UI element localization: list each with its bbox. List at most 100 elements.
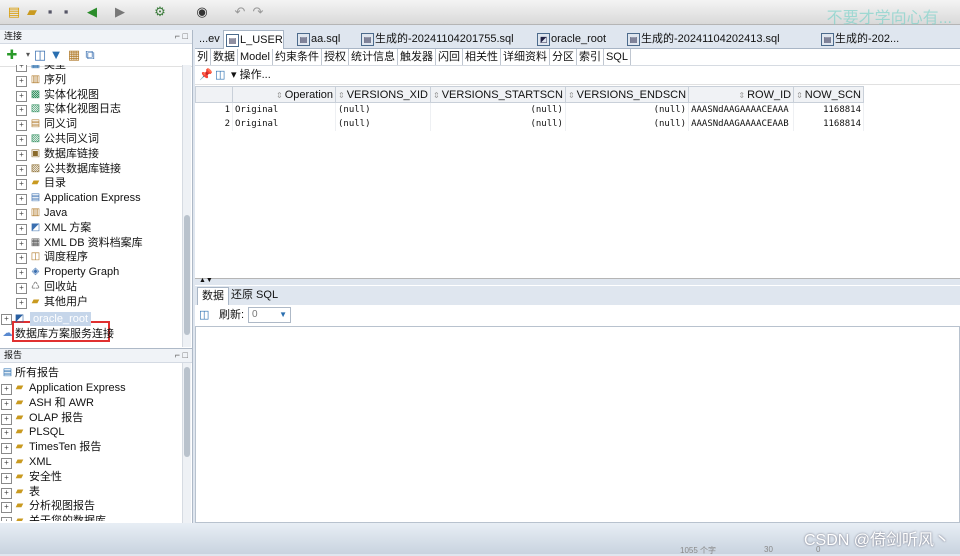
import-icon[interactable]: ⧉ <box>82 47 98 63</box>
filter-icon[interactable]: ▼ <box>48 47 64 63</box>
expander-icon[interactable]: + <box>1 472 12 484</box>
tree-item[interactable]: + ▰ 目录 <box>0 176 182 191</box>
save-icon[interactable]: ▪ <box>42 4 58 20</box>
expander-icon[interactable]: + <box>1 487 12 499</box>
schema-browser-icon[interactable]: ▦ <box>66 47 82 63</box>
expander-icon[interactable]: + <box>1 457 12 469</box>
expander-icon[interactable]: + <box>16 268 27 280</box>
expander-icon[interactable]: + <box>16 75 27 87</box>
expander-icon[interactable]: + <box>16 297 27 309</box>
expander-icon[interactable]: + <box>1 314 12 325</box>
lower-refresh-icon[interactable]: ◫ <box>199 305 209 325</box>
subtab-5[interactable]: 统计信息 <box>349 49 398 65</box>
subtab-8[interactable]: 相关性 <box>463 49 501 65</box>
tree-item[interactable]: + ▤ 同义词 <box>0 117 182 132</box>
tree-item[interactable]: + ▣ 数据库链接 <box>0 147 182 162</box>
editor-tab[interactable]: ▤ 生成的-20241104201755.sql <box>359 30 514 48</box>
expander-icon[interactable]: + <box>16 90 27 102</box>
tree-item[interactable]: + ▩ 实体化视图 <box>0 88 182 103</box>
table-cell[interactable]: (null) <box>565 117 690 131</box>
tree-item[interactable]: + ◫ 调度程序 <box>0 250 182 265</box>
editor-tab[interactable]: ▤ L_USER <box>223 30 284 49</box>
redo-icon[interactable]: ↷ <box>250 4 266 20</box>
tree-item[interactable]: + ▨ 公共同义词 <box>0 132 182 147</box>
tree-item[interactable]: + ▰ 其他用户 <box>0 295 182 310</box>
report-root-row[interactable]: ▤ 所有报告 <box>0 366 182 380</box>
schema-service-row[interactable]: ☁ 数据库方案服务连接 <box>0 327 182 341</box>
refresh-icon[interactable]: ◫ <box>215 66 225 84</box>
expander-icon[interactable]: + <box>1 517 12 521</box>
table-cell[interactable]: (null) <box>430 117 566 131</box>
editor-tab[interactable]: ▤ 生成的-202... <box>819 30 899 48</box>
undo-icon[interactable]: ↶ <box>232 4 248 20</box>
forward-icon[interactable]: ▶ <box>112 4 128 20</box>
reports-scrollbar[interactable] <box>182 363 191 523</box>
subtab-11[interactable]: 索引 <box>577 49 604 65</box>
tree-item[interactable]: + ▥ 序列 <box>0 73 182 88</box>
table-cell[interactable]: AAASNdAAGAAAACEAAA <box>688 102 795 117</box>
open-folder-icon[interactable]: ▰ <box>24 4 40 20</box>
expander-icon[interactable]: + <box>16 208 27 220</box>
column-header[interactable]: ⇕ Operation <box>232 86 336 103</box>
subtab-4[interactable]: 授权 <box>322 49 349 65</box>
table-cell[interactable]: (null) <box>335 117 432 131</box>
sort-icon[interactable]: ⇕ <box>276 91 283 100</box>
save-all-icon[interactable]: ▪ <box>58 4 74 20</box>
table-cell[interactable]: (null) <box>565 102 690 117</box>
tree-scrollbar[interactable] <box>182 65 191 347</box>
refresh-connections-icon[interactable]: ◫ <box>32 47 48 63</box>
expander-icon[interactable]: + <box>1 413 12 425</box>
report-item[interactable]: + ▰ 表 <box>0 485 182 500</box>
expander-icon[interactable]: + <box>16 120 27 132</box>
tree-item[interactable]: + ◩ XML 方案 <box>0 221 182 236</box>
table-row[interactable]: 1 Original (null) (null) (null) AAASNdAAGAAAA… <box>195 102 865 117</box>
collapse-arrows-icon[interactable]: ▲▼ <box>199 277 213 284</box>
expander-icon[interactable]: + <box>16 164 27 176</box>
expander-icon[interactable]: + <box>16 253 27 265</box>
table-cell[interactable]: Original <box>232 102 336 117</box>
run-icon[interactable]: ⚙ <box>152 4 168 20</box>
reports-scroll-thumb[interactable] <box>184 367 190 457</box>
root-connection-row[interactable]: + ◩ oracle_root <box>0 312 182 326</box>
report-item[interactable]: + ▰ TimesTen 报告 <box>0 440 182 455</box>
table-cell[interactable]: AAASNdAAGAAAACEAAB <box>688 117 795 131</box>
tree-item[interactable]: + ▧ 实体化视图日志 <box>0 102 182 117</box>
expander-icon[interactable]: + <box>1 398 12 410</box>
expander-icon[interactable]: + <box>1 502 12 514</box>
subtab-12[interactable]: SQL <box>604 49 631 65</box>
report-item[interactable]: + ▰ 分析视图报告 <box>0 499 182 514</box>
tree-item[interactable]: + ▤ Application Express <box>0 191 182 206</box>
back-icon[interactable]: ◀ <box>84 4 100 20</box>
sort-icon[interactable]: ⇕ <box>738 91 745 100</box>
tree-item[interactable]: +▦类型 <box>0 65 182 73</box>
sort-icon[interactable]: ⇕ <box>568 91 575 100</box>
report-item[interactable]: + ▰ ASH 和 AWR <box>0 396 182 411</box>
expander-icon[interactable]: + <box>16 179 27 191</box>
subtab-1[interactable]: 数据 <box>211 49 238 65</box>
tree-item[interactable]: + ◈ Property Graph <box>0 265 182 280</box>
tree-item[interactable]: + ▦ XML DB 资料档案库 <box>0 236 182 251</box>
panel-controls[interactable]: ⌐ □ <box>175 30 188 43</box>
table-cell[interactable]: (null) <box>430 102 566 117</box>
sort-icon[interactable]: ⇕ <box>796 91 803 100</box>
table-cell[interactable]: 1168814 <box>793 102 865 117</box>
report-item[interactable]: + ▰ 安全性 <box>0 470 182 485</box>
report-item[interactable]: + ▰ OLAP 报告 <box>0 411 182 426</box>
expander-icon[interactable]: + <box>16 149 27 161</box>
pin-icon[interactable]: 📌 <box>199 66 213 84</box>
subtab-7[interactable]: 闪回 <box>436 49 463 65</box>
subtab-0[interactable]: 列 <box>195 49 211 65</box>
editor-tab[interactable]: ▤ aa.sql <box>295 30 340 48</box>
editor-tab[interactable]: ◩ oracle_root <box>535 30 606 48</box>
reports-panel-controls[interactable]: ⌐ □ <box>175 349 188 362</box>
tab-undo-sql[interactable]: 还原 SQL <box>227 287 282 304</box>
tree-scroll-thumb[interactable] <box>184 215 190 335</box>
sort-icon[interactable]: ⇕ <box>338 91 345 100</box>
column-header[interactable]: ⇕ VERSIONS_STARTSCN <box>430 86 566 103</box>
subtab-9[interactable]: 详细资料 <box>501 49 550 65</box>
column-header[interactable]: ⇕ VERSIONS_XID <box>334 86 432 103</box>
column-header[interactable]: ⇕ ROW_ID <box>688 86 795 103</box>
expander-icon[interactable]: + <box>16 134 27 146</box>
subtab-2[interactable]: Model <box>238 49 273 65</box>
binoculars-icon[interactable]: ◉ <box>194 4 210 20</box>
